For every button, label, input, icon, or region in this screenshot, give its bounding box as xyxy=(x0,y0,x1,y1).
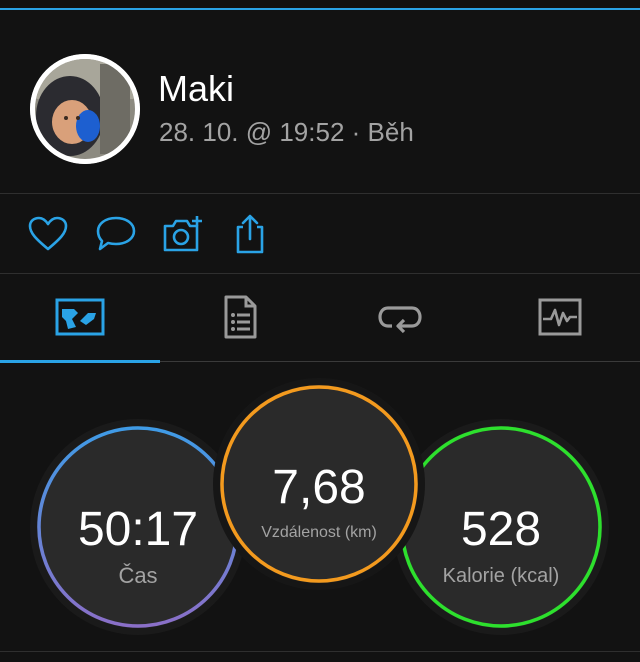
share-icon xyxy=(236,214,264,254)
add-photo-button[interactable] xyxy=(161,212,205,256)
activity-chart-icon xyxy=(538,298,582,336)
document-list-icon xyxy=(224,295,257,339)
stats-summary: 50:17 Čas 7,68 Vzdálenost (km) 528 Kalor… xyxy=(0,362,640,662)
activity-header: Maki 28. 10. @ 19:52 · Běh xyxy=(0,10,640,193)
user-name[interactable]: Maki xyxy=(158,68,234,110)
comment-button[interactable] xyxy=(94,212,138,256)
avatar[interactable] xyxy=(30,54,140,164)
overview-map-icon xyxy=(55,298,105,336)
activity-meta: 28. 10. @ 19:52 · Běh xyxy=(159,117,414,147)
time-label: Čas xyxy=(118,563,158,588)
time-value: 50:17 xyxy=(77,503,199,556)
divider xyxy=(0,651,640,652)
repeat-icon xyxy=(378,306,422,334)
tab-charts[interactable] xyxy=(480,274,640,360)
comment-icon xyxy=(96,216,136,251)
action-bar xyxy=(0,194,640,273)
share-button[interactable] xyxy=(228,212,272,256)
tab-overview[interactable] xyxy=(0,274,160,360)
distance-label: Vzdálenost (km) xyxy=(261,524,377,541)
calories-value: 528 xyxy=(460,503,542,556)
heart-icon xyxy=(28,216,68,251)
calories-label: Kalorie (kcal) xyxy=(442,565,560,587)
activity-tabs xyxy=(0,274,640,363)
camera-plus-icon xyxy=(163,216,202,252)
distance-value: 7,68 xyxy=(272,461,366,514)
tab-details[interactable] xyxy=(160,274,320,360)
like-button[interactable] xyxy=(26,212,70,256)
tab-laps[interactable] xyxy=(320,274,480,360)
